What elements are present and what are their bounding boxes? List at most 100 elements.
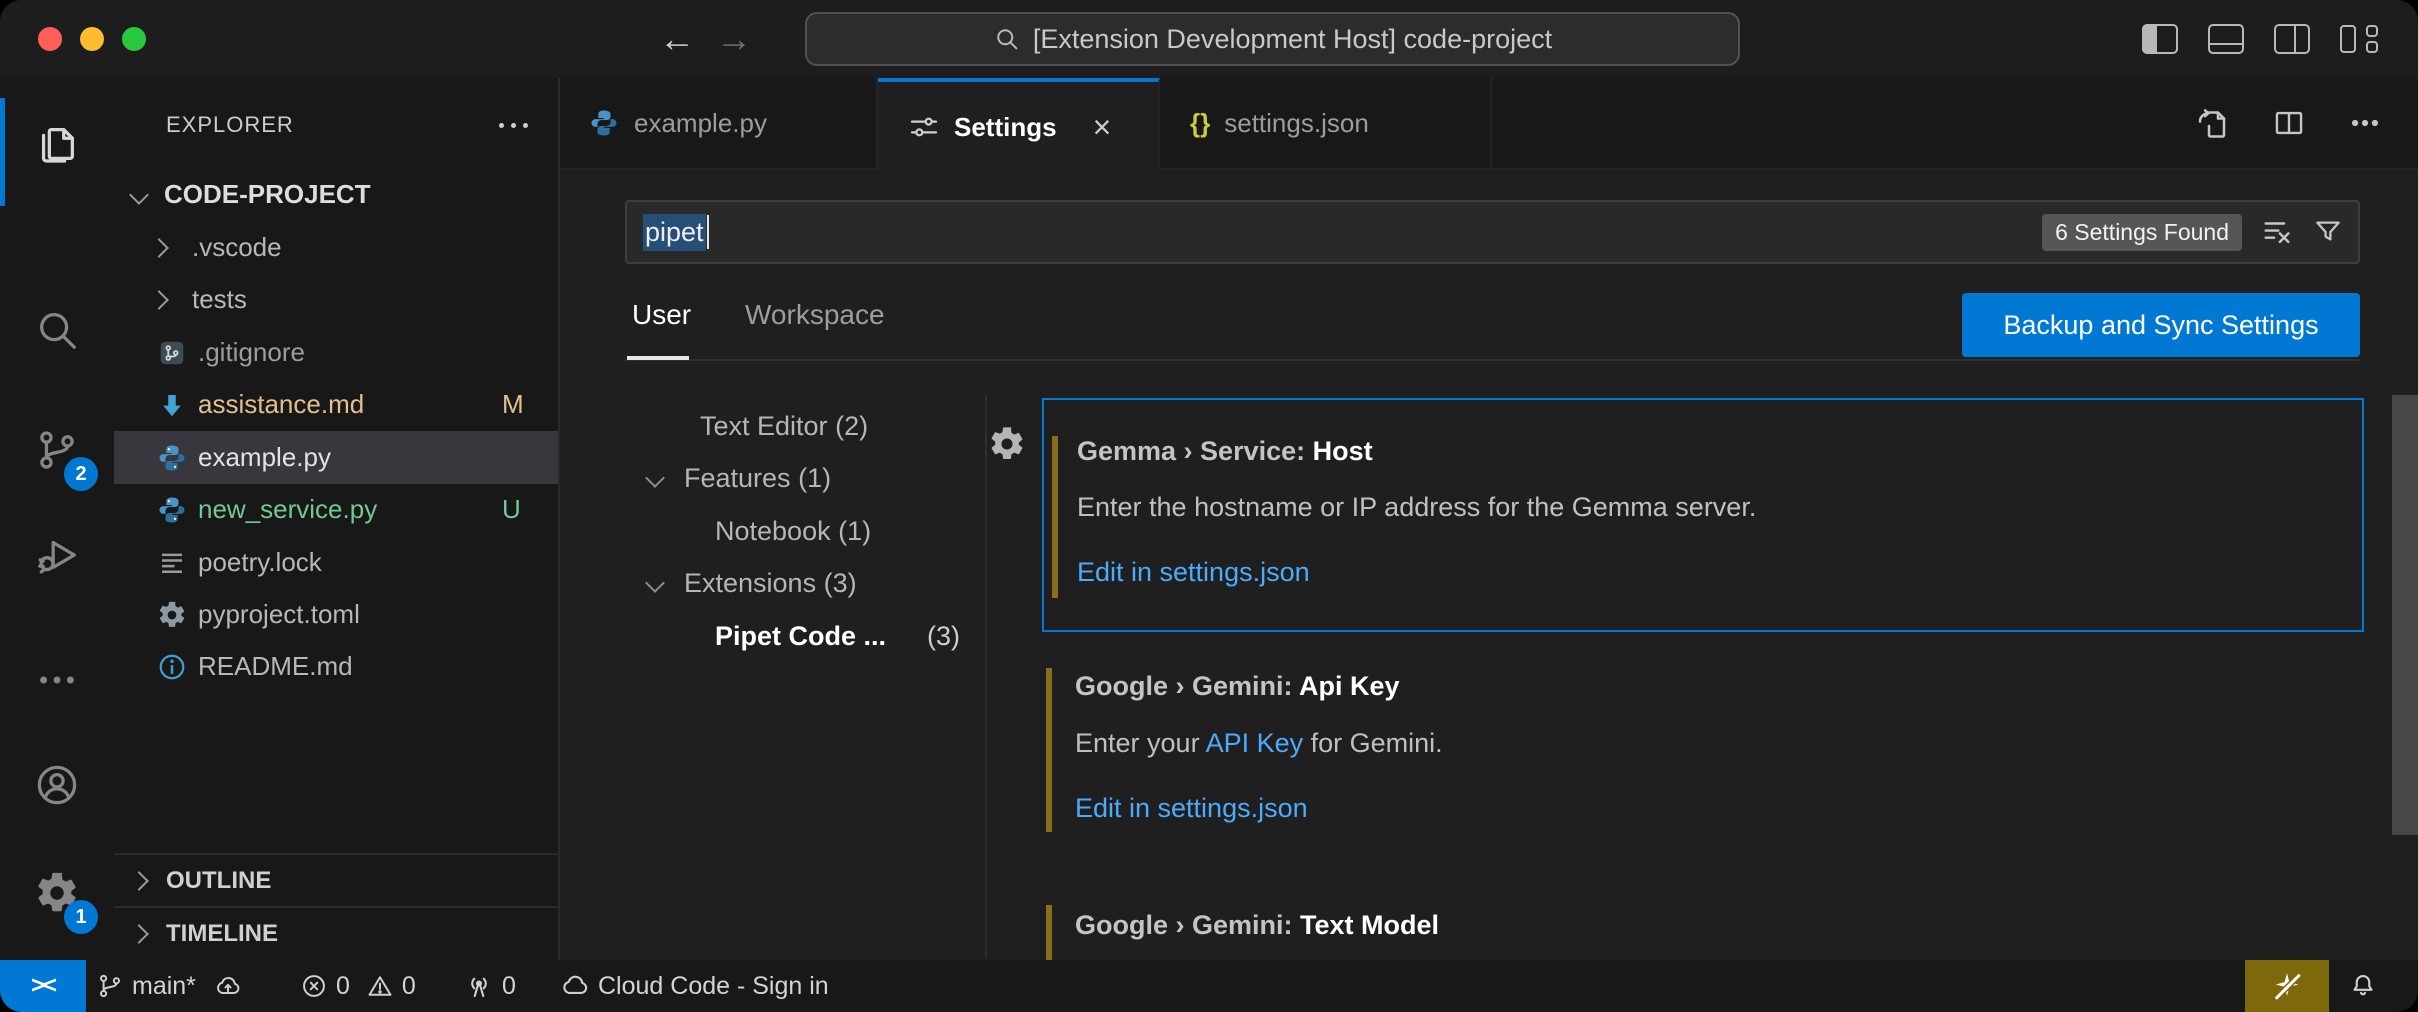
info-file-icon xyxy=(156,651,188,683)
git-modified-badge: M xyxy=(502,389,524,420)
api-key-link[interactable]: API Key xyxy=(1206,728,1304,758)
notifications-status-item[interactable] xyxy=(2348,960,2378,1012)
toggle-panel-icon[interactable] xyxy=(2208,24,2244,54)
timeline-label: TIMELINE xyxy=(166,920,278,948)
settings-search-value: pipet xyxy=(643,214,706,251)
toml-gear-file-icon xyxy=(156,599,188,631)
toggle-secondary-sidebar-icon[interactable] xyxy=(2274,24,2310,54)
ellipsis-icon xyxy=(34,657,80,703)
toc-label: Text Editor xyxy=(700,411,828,442)
tab-settings[interactable]: Settings × xyxy=(878,78,1160,172)
problems-status-item[interactable]: 0 0 xyxy=(300,960,416,1012)
settings-editor: pipet 6 Settings Found User Workspace Ba… xyxy=(560,170,2418,960)
edit-in-settings-json-link[interactable]: Edit in settings.json xyxy=(1075,793,1308,824)
outline-section-header[interactable]: OUTLINE xyxy=(114,853,558,906)
search-controls: 6 Settings Found xyxy=(2042,202,2344,262)
tab-label: Settings xyxy=(954,112,1057,143)
setting-name: Host xyxy=(1313,436,1373,466)
toc-extensions[interactable]: Extensions (3) xyxy=(648,557,857,609)
tab-label: example.py xyxy=(634,108,767,139)
git-untracked-badge: U xyxy=(502,494,521,525)
more-actions-icon[interactable] xyxy=(2348,106,2382,140)
timeline-section-header[interactable]: TIMELINE xyxy=(114,906,558,959)
split-editor-icon[interactable] xyxy=(2272,106,2306,140)
file-label: poetry.lock xyxy=(198,547,322,578)
scope-tab-user[interactable]: User xyxy=(632,299,691,331)
ai-assist-status-toggle[interactable] xyxy=(2245,960,2329,1012)
toc-notebook[interactable]: Notebook (1) xyxy=(715,505,871,557)
tree-item-readme-md[interactable]: README.md xyxy=(114,640,558,693)
branch-status-item[interactable]: main* xyxy=(96,960,242,1012)
tree-item-pyproject-toml[interactable]: pyproject.toml xyxy=(114,588,558,641)
toc-features[interactable]: Features (1) xyxy=(648,452,831,504)
explorer-view-icon[interactable] xyxy=(0,88,114,198)
edit-in-settings-json-link[interactable]: Edit in settings.json xyxy=(1077,557,1310,588)
scope-tab-workspace[interactable]: Workspace xyxy=(745,299,885,331)
setting-row-gear-icon[interactable] xyxy=(988,425,1026,468)
settings-search-input[interactable]: pipet 6 Settings Found xyxy=(625,200,2360,264)
maximize-window-button[interactable] xyxy=(122,27,146,51)
accounts-icon[interactable] xyxy=(0,730,114,840)
explorer-actions-icon[interactable] xyxy=(499,123,528,128)
tree-item-gitignore[interactable]: .gitignore xyxy=(114,326,558,379)
toc-splitter[interactable] xyxy=(985,395,987,958)
desc-text: for Gemini. xyxy=(1303,728,1443,758)
file-label: tests xyxy=(192,284,247,315)
run-and-debug-icon xyxy=(34,532,80,578)
root-folder-label: CODE-PROJECT xyxy=(164,179,371,210)
markdown-file-icon xyxy=(156,389,188,421)
tree-item-tests[interactable]: tests xyxy=(114,273,558,326)
tree-item-poetry-lock[interactable]: poetry.lock xyxy=(114,536,558,589)
vertical-scrollbar[interactable] xyxy=(2392,395,2418,835)
python-file-icon xyxy=(156,494,188,526)
toc-text-editor[interactable]: Text Editor (2) xyxy=(700,400,868,452)
lock-list-file-icon xyxy=(156,547,188,579)
remote-indicator[interactable]: >< xyxy=(0,960,86,1012)
setting-description: Enter the hostname or IP address for the… xyxy=(1077,492,1756,523)
clear-search-filters-icon[interactable] xyxy=(2260,215,2294,249)
editor-tab-bar: example.py Settings × {} settings.json xyxy=(560,78,2418,170)
file-label: pyproject.toml xyxy=(198,599,360,630)
vscode-window: ← → [Extension Development Host] code-pr… xyxy=(0,0,2418,1012)
search-icon xyxy=(34,307,80,353)
tab-example-py[interactable]: example.py xyxy=(560,78,878,168)
search-icon xyxy=(993,25,1021,53)
tab-settings-json[interactable]: {} settings.json xyxy=(1160,78,1492,168)
settings-sliders-icon xyxy=(908,111,940,143)
toggle-primary-sidebar-icon[interactable] xyxy=(2142,24,2178,54)
tree-item-example-py[interactable]: example.py xyxy=(114,431,558,484)
additional-views-icon[interactable] xyxy=(0,625,114,735)
close-window-button[interactable] xyxy=(38,27,62,51)
json-file-icon: {} xyxy=(1190,108,1210,139)
outline-label: OUTLINE xyxy=(166,867,271,895)
status-bar: >< main* 0 0 0 xyxy=(0,960,2418,1012)
scm-changes-badge: 2 xyxy=(64,457,98,491)
active-scope-underline xyxy=(627,356,689,360)
ports-count: 0 xyxy=(502,972,516,1001)
customize-layout-icon[interactable] xyxy=(2340,23,2378,55)
manage-settings-gear-icon[interactable]: 1 xyxy=(0,838,114,948)
cloud-code-status-item[interactable]: Cloud Code - Sign in xyxy=(560,960,829,1012)
run-debug-view-icon[interactable] xyxy=(0,500,114,610)
command-center-search[interactable]: [Extension Development Host] code-projec… xyxy=(805,12,1740,66)
tree-root-code-project[interactable]: CODE-PROJECT xyxy=(114,168,558,221)
open-settings-json-icon[interactable] xyxy=(2194,105,2230,141)
tree-item-assistance-md[interactable]: assistance.md M xyxy=(114,378,558,431)
warnings-icon xyxy=(366,972,394,1000)
setting-category: Google › Gemini: xyxy=(1075,671,1299,701)
backup-sync-settings-button[interactable]: Backup and Sync Settings xyxy=(1962,293,2360,357)
source-control-view-icon[interactable]: 2 xyxy=(0,395,114,505)
toc-label: Pipet Code ... xyxy=(715,621,886,652)
tree-item-vscode[interactable]: .vscode xyxy=(114,221,558,274)
search-view-icon[interactable] xyxy=(0,275,114,385)
setting-item-gemma-service-host[interactable]: Gemma › Service: Host Enter the hostname… xyxy=(1042,398,2364,632)
minimize-window-button[interactable] xyxy=(80,27,104,51)
navigate-forward-icon[interactable]: → xyxy=(712,18,756,60)
ports-status-item[interactable]: 0 xyxy=(464,960,516,1012)
close-tab-icon[interactable]: × xyxy=(1093,109,1112,146)
toc-pipet-code[interactable]: Pipet Code ... (3) xyxy=(715,610,980,662)
text-caret xyxy=(707,215,709,249)
filter-funnel-icon[interactable] xyxy=(2312,216,2344,248)
tree-item-new-service-py[interactable]: new_service.py U xyxy=(114,483,558,536)
navigate-back-icon[interactable]: ← xyxy=(655,18,699,60)
